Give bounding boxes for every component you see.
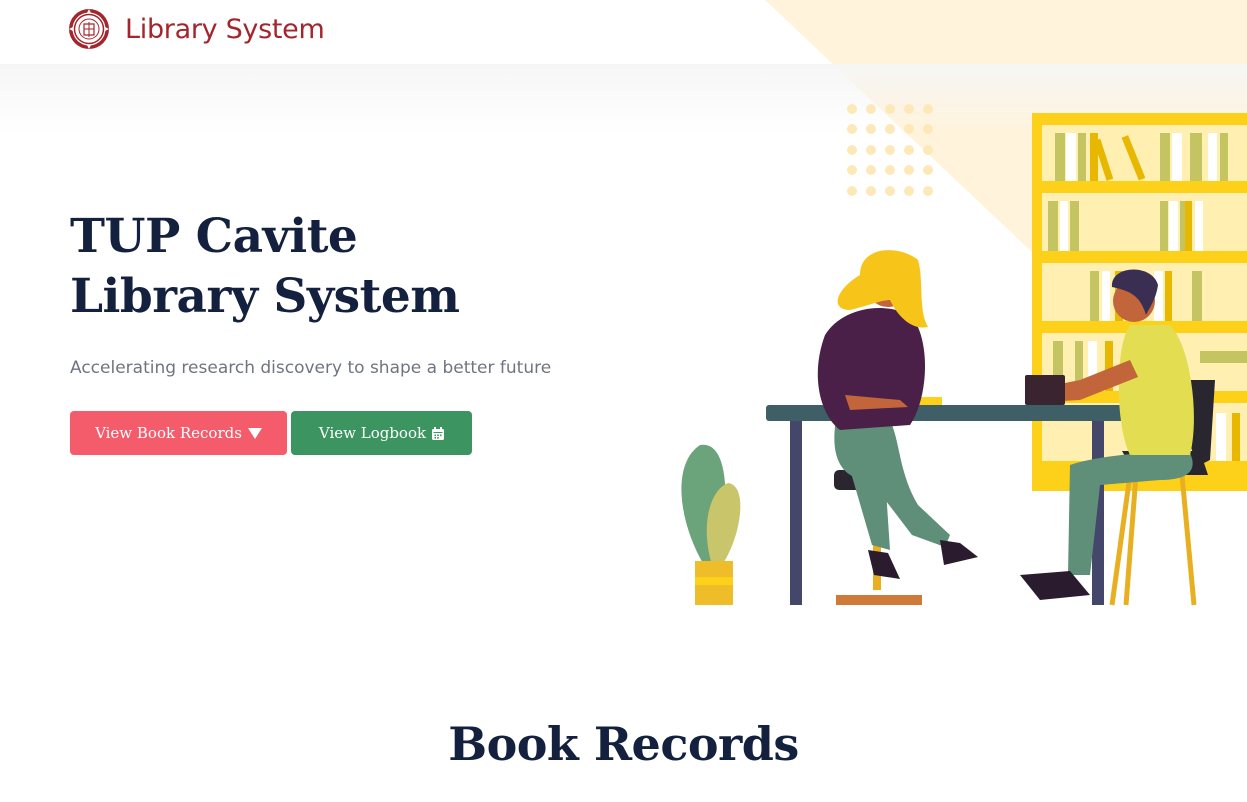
view-logbook-label: View Logbook <box>318 424 427 442</box>
hero-subtitle: Accelerating research discovery to shape… <box>70 358 552 378</box>
calendar-icon <box>432 426 445 440</box>
potted-plant <box>681 444 741 605</box>
university-seal-icon <box>69 9 109 49</box>
caret-down-icon <box>247 427 262 439</box>
library-reading-illustration <box>681 104 1247 606</box>
view-book-records-label: View Book Records <box>95 424 242 442</box>
hero-title-line-1: TUP Cavite <box>70 209 358 264</box>
book-records-heading: Book Records <box>448 717 799 771</box>
hero-title-line-2: Library System <box>70 269 460 324</box>
view-book-records-button[interactable]: View Book Records <box>70 411 287 455</box>
view-logbook-button[interactable]: View Logbook <box>291 411 472 455</box>
woman-figure <box>817 250 978 605</box>
hero-title: TUP Cavite Library System <box>70 207 460 327</box>
navbar: Library System <box>0 0 1247 64</box>
dot-grid-decoration <box>847 104 933 196</box>
brand-title: Library System <box>125 13 325 45</box>
brand-link[interactable]: Library System <box>68 8 325 50</box>
